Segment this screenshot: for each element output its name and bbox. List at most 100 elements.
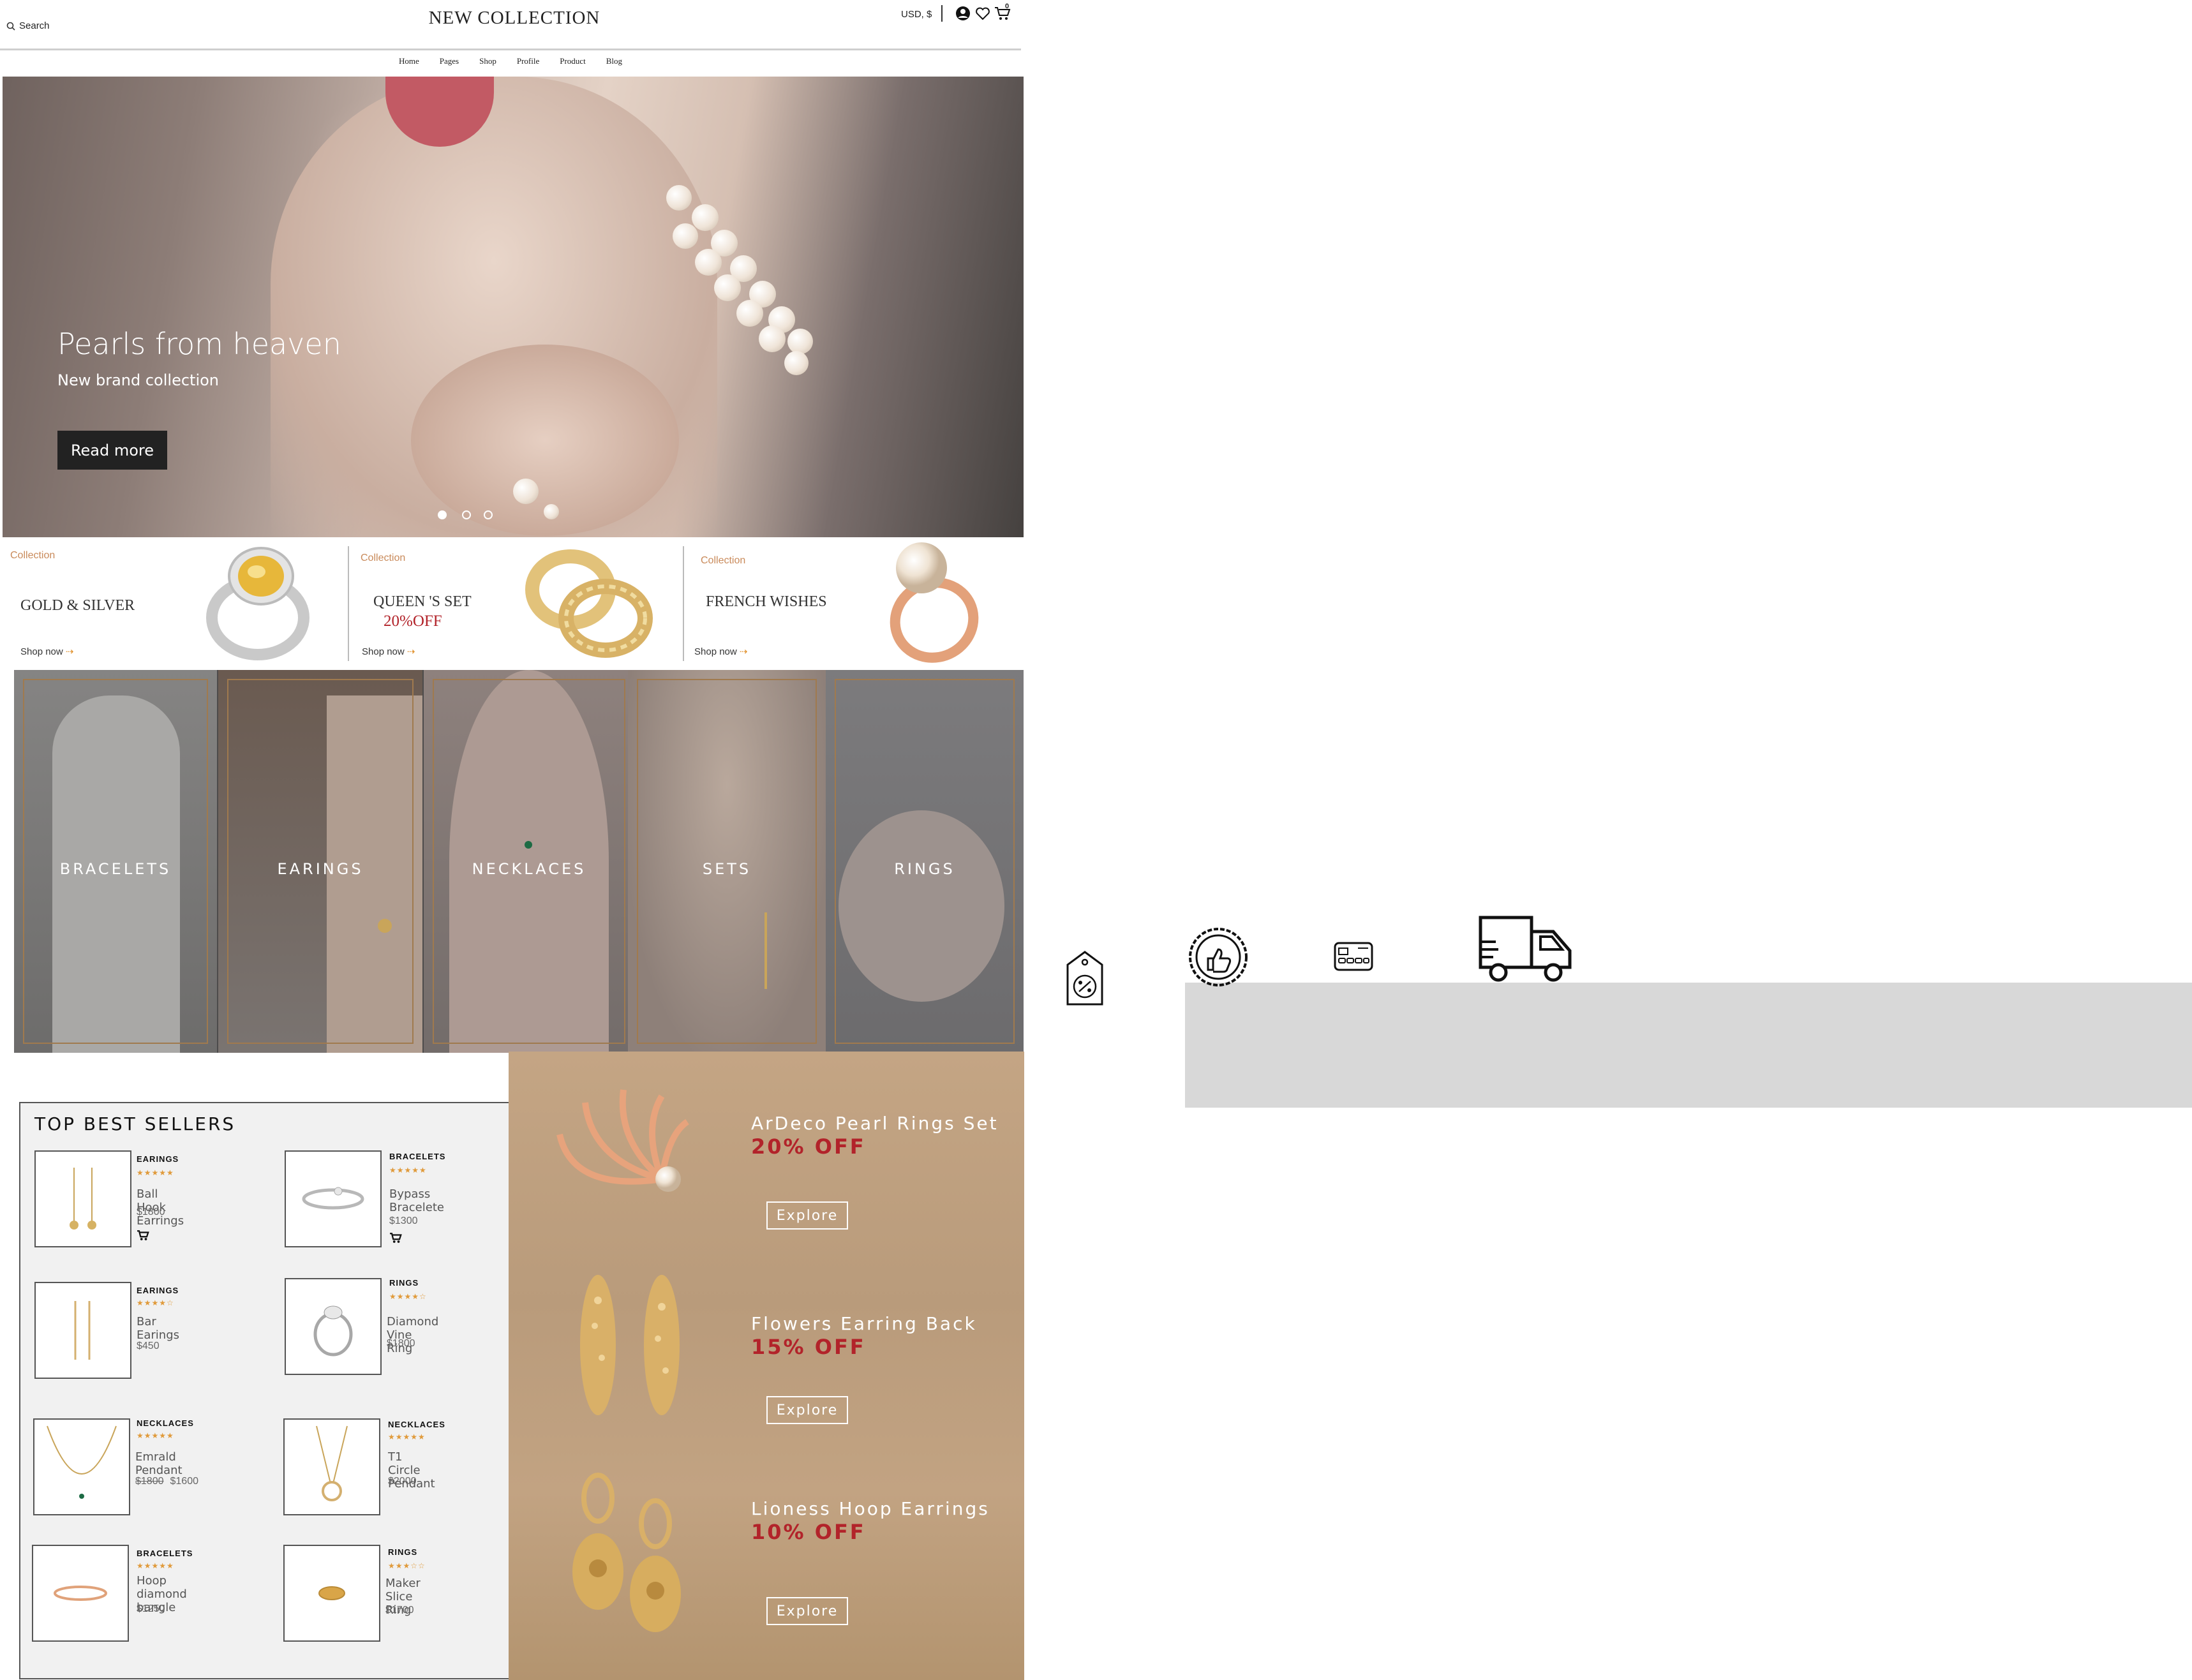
collection-name: FRENCH WISHES <box>706 593 827 610</box>
collection-name: GOLD & SILVER <box>20 597 135 614</box>
promo-card: ArDeco Pearl Rings Set 20% OFF Explore <box>509 1052 1024 1249</box>
category-label: RINGS <box>894 860 955 878</box>
product-thumbnail[interactable] <box>33 1418 130 1515</box>
product-thumbnail[interactable] <box>283 1545 380 1642</box>
old-price: $1800 <box>135 1476 164 1487</box>
add-to-cart-icon[interactable] <box>389 1232 402 1244</box>
rating-stars: ★★★★★ <box>137 1168 174 1177</box>
collection-label: Collection <box>361 553 406 563</box>
hero-subtitle: New brand collection <box>57 371 220 389</box>
account-icon[interactable] <box>955 6 971 21</box>
category-tile-bracelets[interactable]: BRACELETS <box>14 670 217 1053</box>
category-label: NECKLACES <box>472 860 586 878</box>
nav-product[interactable]: Product <box>560 56 585 71</box>
nav-pages[interactable]: Pages <box>440 56 459 71</box>
product-category: RINGS <box>388 1547 418 1557</box>
main-nav: Home Pages Shop Profile Product Blog <box>0 56 1021 71</box>
promo-title: Lioness Hoop Earrings <box>751 1498 990 1519</box>
product-price: $1800 <box>387 1338 415 1349</box>
product-name[interactable]: Emrald Pendant <box>135 1450 183 1477</box>
category-label: EARINGS <box>277 860 364 878</box>
promo-discount: 15% OFF <box>751 1335 866 1359</box>
product-category: NECKLACES <box>137 1418 194 1428</box>
product-category: RINGS <box>389 1278 419 1288</box>
delivery-truck-icon <box>1479 916 1572 982</box>
product-thumbnail[interactable] <box>34 1150 131 1247</box>
explore-button[interactable]: Explore <box>766 1396 848 1424</box>
category-label: SETS <box>702 860 752 878</box>
sale-price: $1600 <box>170 1476 199 1487</box>
rating-stars: ★★★★☆ <box>137 1298 174 1307</box>
lioness-hoop-earrings-image <box>572 1473 681 1632</box>
collection-divider <box>348 546 349 661</box>
nav-shop[interactable]: Shop <box>479 56 496 71</box>
hero-banner: Pearls from heaven New brand collection … <box>3 77 1024 537</box>
promo-discount: 20% OFF <box>751 1134 866 1159</box>
promo-panel: ArDeco Pearl Rings Set 20% OFF Explore F… <box>509 1052 1024 1680</box>
product-thumbnail[interactable] <box>32 1545 129 1642</box>
promo-card: Flowers Earring Back 15% OFF Explore <box>509 1249 1024 1453</box>
product-category: EARINGS <box>137 1154 179 1164</box>
cart-count-badge: 0 <box>1005 3 1010 10</box>
product-price: $1300 <box>389 1215 418 1226</box>
slider-dot-1[interactable] <box>438 510 447 519</box>
collection-discount: 20%OFF <box>384 613 442 630</box>
category-tile-earings[interactable]: EARINGS <box>218 670 422 1053</box>
product-name[interactable]: Bypass Bracelete <box>389 1187 444 1214</box>
top-best-sellers-panel: TOP BEST SELLERS EARINGS ★★★★★ Ball Hook… <box>19 1102 511 1679</box>
product-price: $1800 <box>137 1207 165 1217</box>
product-thumbnail[interactable] <box>285 1278 382 1375</box>
promo-card: Lioness Hoop Earrings 10% OFF Explore <box>509 1453 1024 1680</box>
promo-title: ArDeco Pearl Rings Set <box>751 1113 999 1134</box>
rating-stars: ★★★★★ <box>137 1431 174 1440</box>
add-to-cart-icon[interactable] <box>137 1230 149 1241</box>
nav-blog[interactable]: Blog <box>606 56 622 71</box>
explore-button[interactable]: Explore <box>766 1597 848 1625</box>
nav-home[interactable]: Home <box>399 56 419 71</box>
wishlist-heart-icon[interactable] <box>975 6 990 21</box>
slider-dot-2[interactable] <box>462 510 471 519</box>
product-name[interactable]: Bar Earings <box>137 1315 179 1342</box>
slider-dot-3[interactable] <box>484 510 493 519</box>
discount-tag-icon <box>1066 951 1103 1006</box>
pearl-ring-image <box>890 542 979 663</box>
arrow-right-icon: ⇢ <box>406 646 415 657</box>
promo-title: Flowers Earring Back <box>751 1313 977 1334</box>
product-category: EARINGS <box>137 1286 179 1295</box>
features-bar <box>1185 983 2192 1108</box>
site-logo[interactable]: NEW COLLECTION <box>0 8 1029 29</box>
currency-selector[interactable]: USD, $ <box>901 9 932 20</box>
product-category: NECKLACES <box>388 1420 445 1429</box>
collection-card-queens-set[interactable]: Collection QUEEN 'S SET 20%OFF Shop now … <box>350 537 682 669</box>
thumbs-up-badge-icon <box>1189 928 1248 986</box>
collection-name: QUEEN 'S SET <box>373 593 472 610</box>
collection-card-french-wishes[interactable]: Collection FRENCH WISHES Shop now ⇢ <box>685 537 1024 669</box>
collection-card-gold-silver[interactable]: Collection GOLD & SILVER Shop now ⇢ <box>3 537 347 669</box>
gold-silver-ring-image <box>206 547 309 660</box>
collection-divider <box>683 546 684 661</box>
site-header: Search NEW COLLECTION USD, $ 0 <box>0 0 1021 50</box>
collection-label: Collection <box>701 555 746 566</box>
arrow-right-icon: ⇢ <box>65 646 74 657</box>
category-tile-necklaces[interactable]: NECKLACES <box>424 670 634 1053</box>
flower-earrings-image <box>580 1275 680 1415</box>
product-price: $2000 <box>388 1476 417 1487</box>
nav-profile[interactable]: Profile <box>517 56 539 71</box>
product-price: $450 <box>137 1341 160 1351</box>
product-thumbnail[interactable] <box>285 1150 382 1247</box>
product-category: BRACELETS <box>137 1549 193 1558</box>
shop-now-link[interactable]: Shop now ⇢ <box>20 646 73 657</box>
queens-set-rings-image <box>525 549 653 658</box>
read-more-button[interactable]: Read more <box>57 431 167 470</box>
category-tile-sets[interactable]: SETS <box>628 670 826 1053</box>
product-price: $1700 <box>385 1605 414 1616</box>
product-thumbnail[interactable] <box>283 1418 380 1515</box>
product-thumbnail[interactable] <box>34 1282 131 1379</box>
category-tile-rings[interactable]: RINGS <box>826 670 1024 1053</box>
art-deco-ring-image <box>556 1089 689 1192</box>
product-category: BRACELETS <box>389 1152 446 1161</box>
shop-now-link[interactable]: Shop now ⇢ <box>694 646 747 657</box>
rating-stars: ★★★★★ <box>137 1561 174 1570</box>
shop-now-link[interactable]: Shop now ⇢ <box>362 646 415 657</box>
explore-button[interactable]: Explore <box>766 1201 848 1230</box>
